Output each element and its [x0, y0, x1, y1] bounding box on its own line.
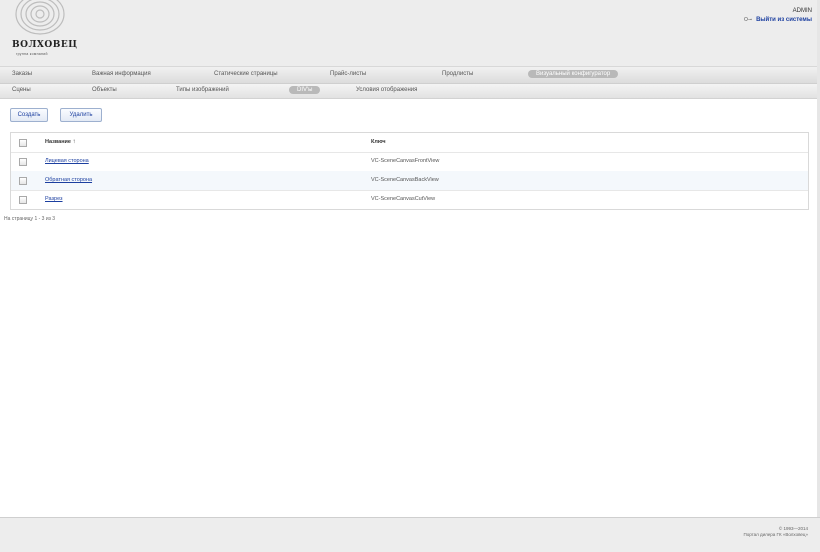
submenu-item-scenes[interactable]: Сцены: [12, 87, 31, 93]
table-row[interactable]: Обратная сторона VC-SceneCanvasBackView: [11, 171, 808, 191]
row-checkbox[interactable]: [19, 177, 27, 185]
logout-link[interactable]: Выйти из системы: [756, 17, 812, 23]
menu-item-static-pages[interactable]: Статические страницы: [214, 71, 278, 77]
menu-item-orders[interactable]: Заказы: [12, 71, 32, 77]
pager-info: На страницу 1 - 3 из 3: [4, 216, 56, 222]
logo[interactable]: ВОЛХОВЕЦ группа компаний: [8, 0, 77, 60]
column-header-name[interactable]: Название ↑: [45, 139, 76, 145]
row-name-link[interactable]: Разрез: [45, 196, 63, 202]
submenu-item-objects[interactable]: Объекты: [92, 87, 117, 93]
footer: © 1993—2014 Портал дилера ГК «Волховец»: [0, 517, 820, 552]
logo-swirl-icon: [15, 0, 65, 35]
row-checkbox[interactable]: [19, 196, 27, 204]
header: ВОЛХОВЕЦ группа компаний ADMIN O⊸ Выйти …: [0, 0, 820, 67]
table-header-row: Название ↑ Ключ: [11, 133, 808, 153]
user-actions: O⊸ Выйти из системы: [744, 17, 812, 23]
footer-copyright: © 1993—2014 Портал дилера ГК «Волховец»: [743, 526, 808, 538]
logo-name: ВОЛХОВЕЦ: [12, 40, 78, 50]
submenu-item-display-conditions[interactable]: Условия отображения: [356, 87, 417, 93]
user-panel: ADMIN O⊸ Выйти из системы: [744, 8, 812, 23]
row-checkbox[interactable]: [19, 158, 27, 166]
main-menu: Заказы Важная информация Статические стр…: [0, 67, 820, 84]
table-row[interactable]: Разрез VC-SceneCanvasCutView: [11, 190, 808, 209]
sort-arrow-icon: ↑: [72, 139, 76, 145]
menu-item-visual-configurator[interactable]: Визуальный конфигуратор: [528, 70, 619, 78]
row-key: VC-SceneCanvasFrontView: [371, 158, 440, 164]
table-row[interactable]: Лицевая сторона VC-SceneCanvasFrontView: [11, 152, 808, 172]
delete-button[interactable]: Удалить: [60, 108, 102, 122]
row-key: VC-SceneCanvasCutView: [371, 196, 436, 202]
menu-item-important-info[interactable]: Важная информация: [92, 71, 151, 77]
select-all-checkbox[interactable]: [19, 139, 27, 147]
sub-menu: Сцены Объекты Типы изображений DIV'ы Усл…: [0, 84, 820, 99]
key-icon: O⊸: [744, 17, 753, 23]
menu-item-prodlists[interactable]: Продлисты: [442, 71, 473, 77]
portal-text: Портал дилера ГК «Волховец»: [743, 532, 808, 537]
row-name-link[interactable]: Лицевая сторона: [45, 158, 89, 164]
create-button[interactable]: Создать: [10, 108, 48, 122]
row-name-link[interactable]: Обратная сторона: [45, 177, 92, 183]
column-header-key[interactable]: Ключ: [371, 139, 386, 145]
user-name: ADMIN: [792, 8, 812, 14]
data-grid: Название ↑ Ключ Лицевая сторона VC-Scene…: [10, 132, 809, 210]
submenu-item-divs[interactable]: DIV'ы: [289, 86, 321, 94]
submenu-item-image-types[interactable]: Типы изображений: [176, 87, 229, 93]
menu-item-price-lists[interactable]: Прайс-листы: [330, 71, 366, 77]
logo-subtitle: группа компаний: [16, 52, 48, 56]
column-header-name-label: Название: [45, 139, 71, 145]
row-key: VC-SceneCanvasBackView: [371, 177, 439, 183]
